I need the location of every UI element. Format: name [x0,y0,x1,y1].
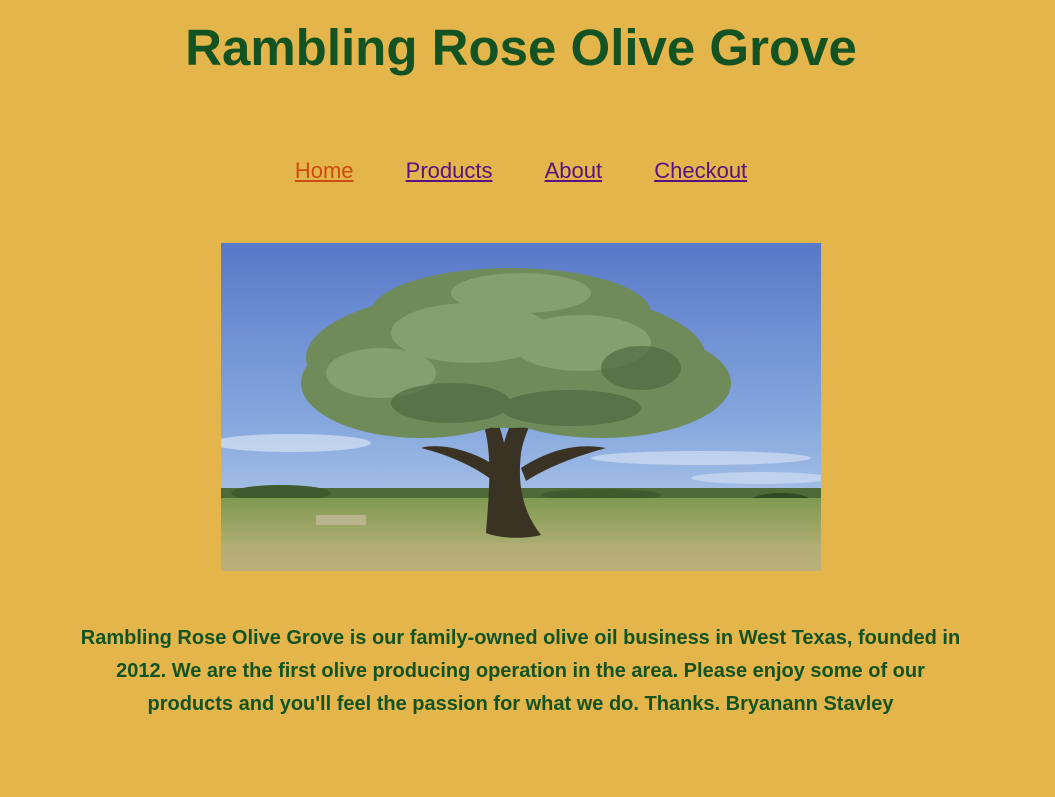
intro-paragraph: Rambling Rose Olive Grove is our family-… [80,627,961,715]
site-title: Rambling Rose Olive Grove [185,19,857,76]
nav-link-home[interactable]: Home [295,156,354,186]
nav-link-products[interactable]: Products [406,156,493,186]
main-nav: Home Products About Checkout [0,156,1042,186]
nav-link-checkout[interactable]: Checkout [654,156,747,186]
nav-link-about[interactable]: About [545,156,603,186]
olive-tree-illustration [221,243,821,571]
hero-image [221,243,821,571]
